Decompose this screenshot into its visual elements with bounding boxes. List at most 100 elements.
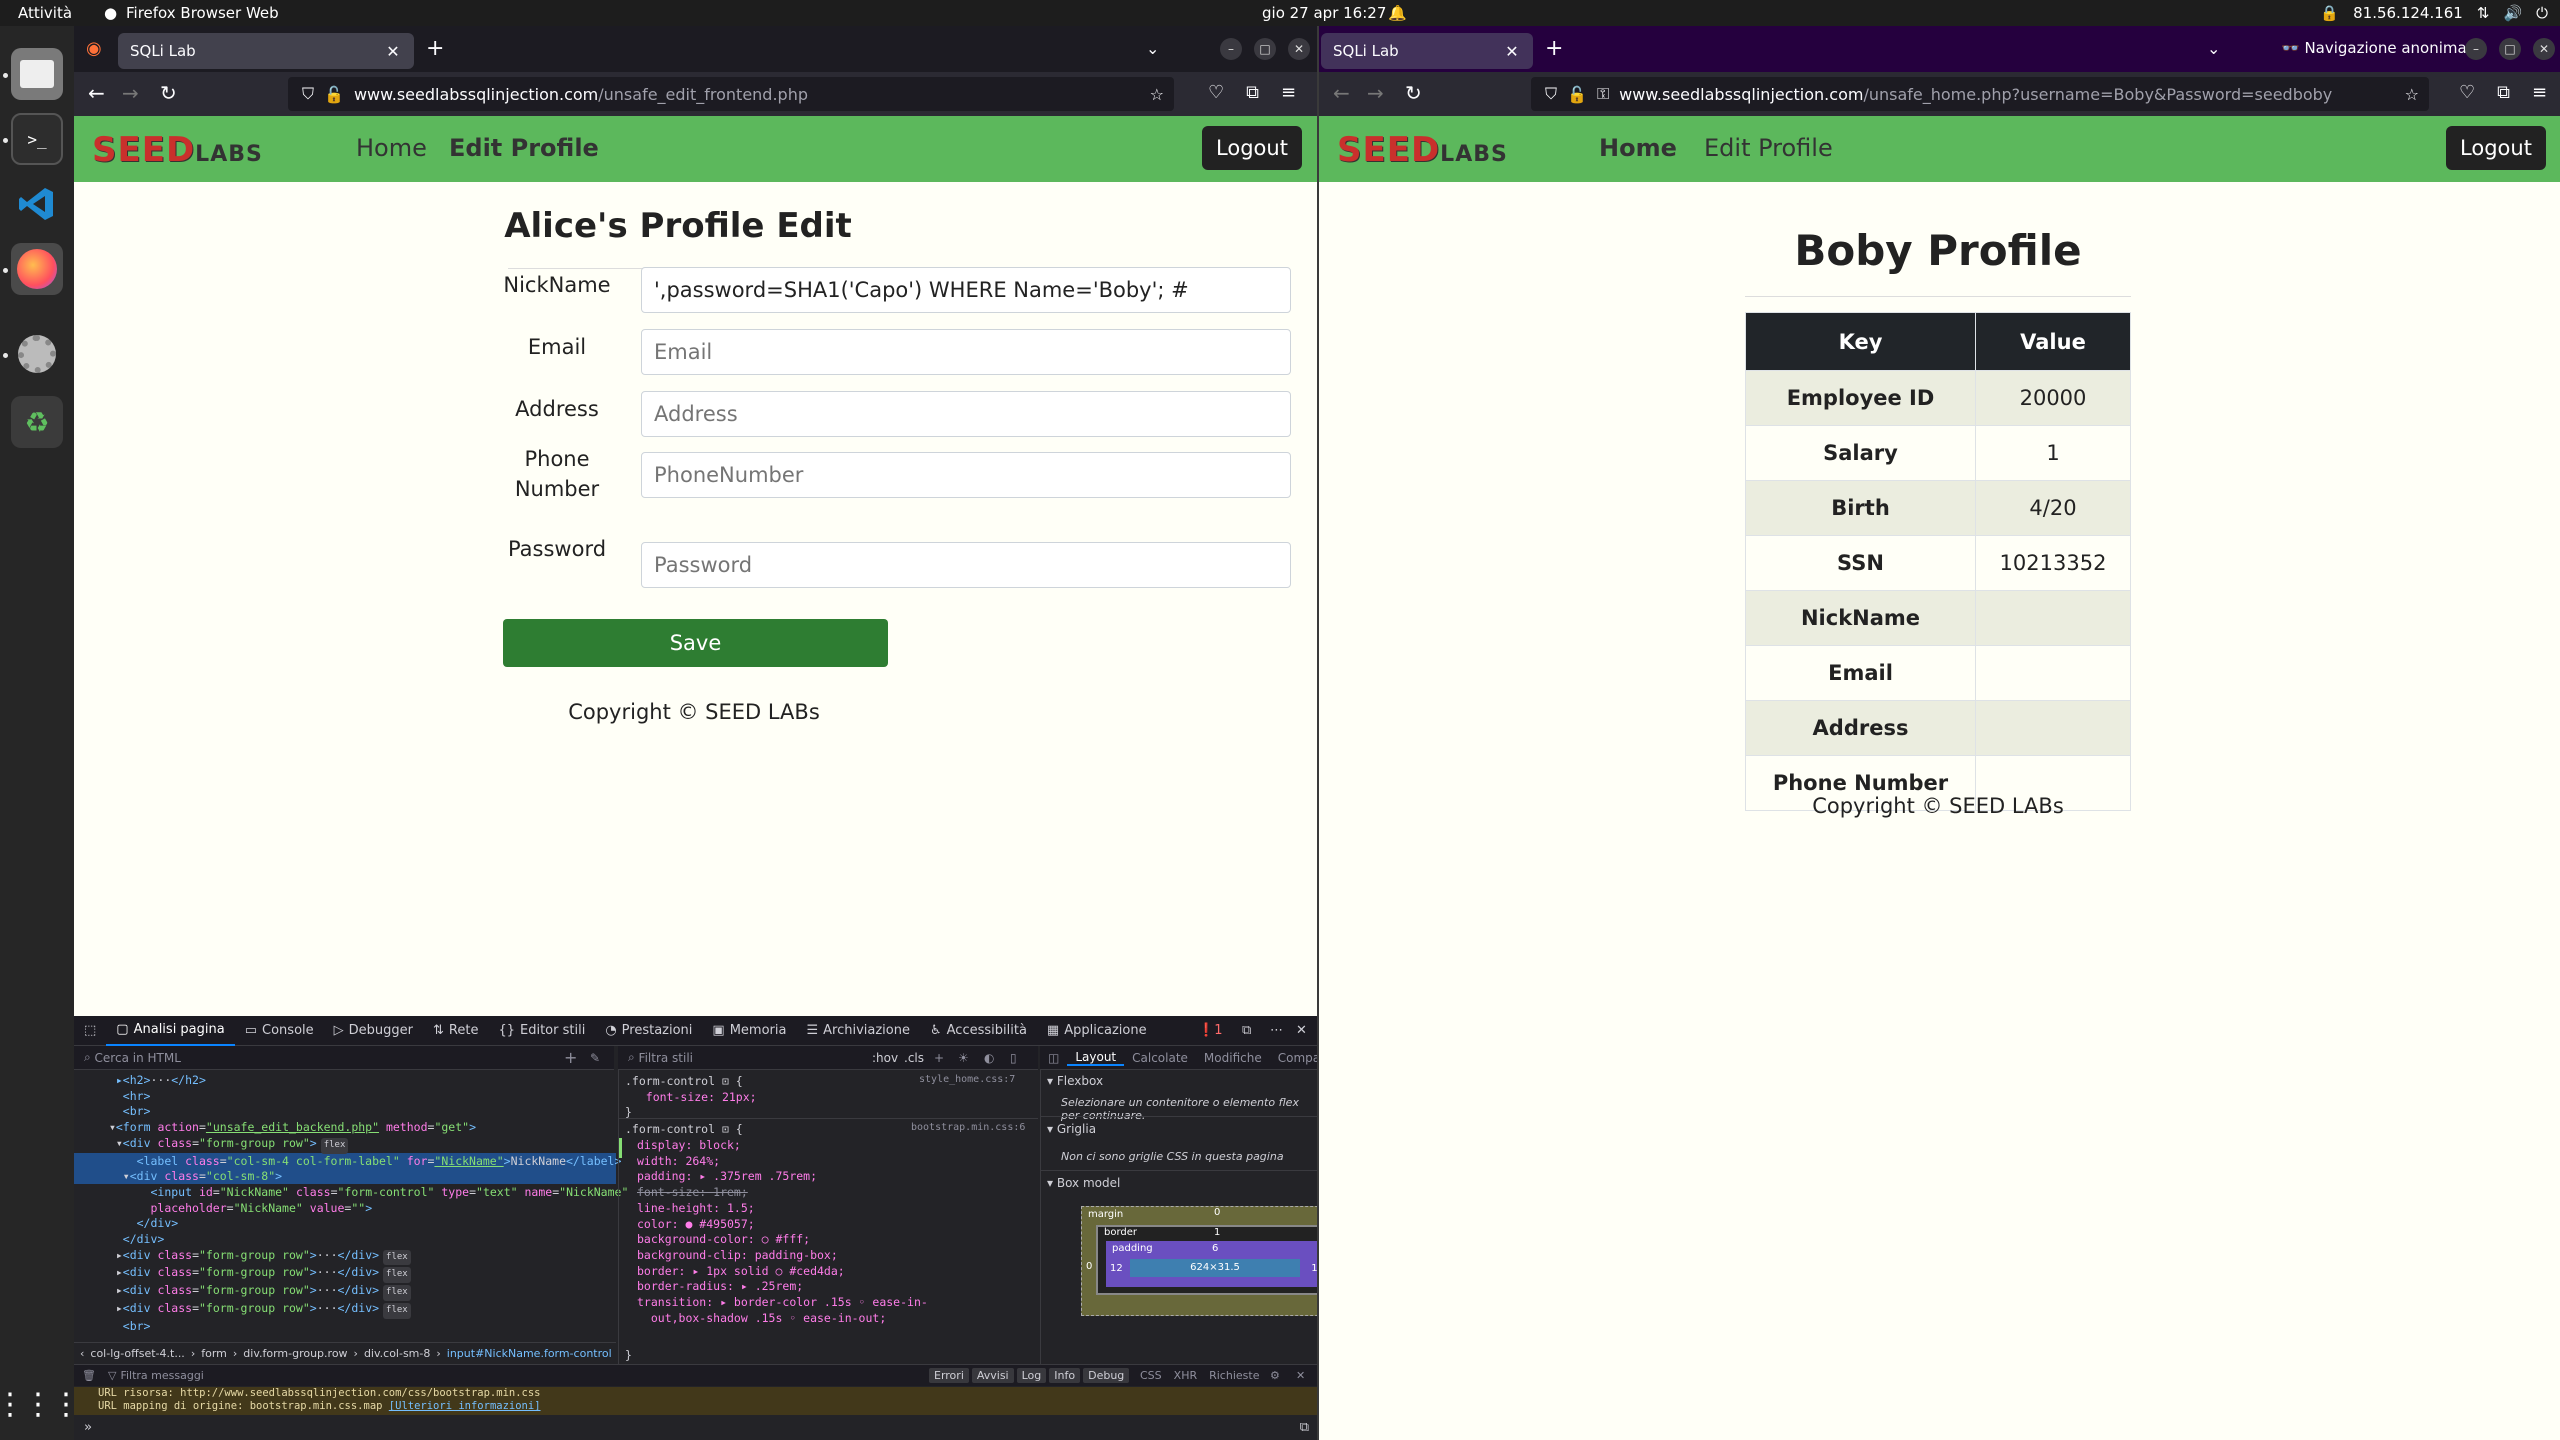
firefox-icon[interactable] <box>11 243 63 295</box>
xhr-filter[interactable]: XHR <box>1174 1369 1197 1382</box>
forward-icon[interactable]: → <box>122 82 139 104</box>
nickname-input[interactable]: ',password=SHA1('Capo') WHERE Name='Boby… <box>641 267 1291 313</box>
pocket-icon[interactable]: ♡ <box>1208 82 1224 103</box>
active-app-name[interactable]: Firefox Browser Web <box>126 4 279 22</box>
more-info-link[interactable]: [Ulteriori informazioni] <box>389 1400 541 1412</box>
new-tab-icon[interactable]: + <box>426 38 444 60</box>
more-options-icon[interactable]: ⋯ <box>1270 1023 1283 1038</box>
tab-accessibility[interactable]: ♿ Accessibilità <box>920 1016 1037 1046</box>
list-tabs-icon[interactable]: ⌄ <box>2207 38 2220 60</box>
add-node-icon[interactable]: + <box>564 1048 577 1067</box>
css-rule-1[interactable]: .form-control ⊡ { font-size: 21px; } <box>625 1074 757 1121</box>
layout-tab[interactable]: Layout <box>1067 1050 1125 1066</box>
bookmark-star-icon[interactable]: ☆ <box>1150 85 1164 104</box>
tab-debugger[interactable]: ▷ Debugger <box>324 1016 423 1046</box>
changes-tab[interactable]: Modifiche <box>1196 1051 1270 1065</box>
minimize-icon[interactable]: – <box>1220 38 1242 60</box>
activities-button[interactable]: Attività <box>18 4 72 22</box>
css-source-link[interactable]: bootstrap.min.css:6 <box>911 1122 1025 1133</box>
close-split-console-icon[interactable]: ✕ <box>1296 1369 1305 1382</box>
reload-icon[interactable]: ↻ <box>160 82 177 104</box>
lock-icon[interactable]: 🔓 <box>324 85 344 104</box>
split-console-icon[interactable]: ⧉ <box>1300 1416 1309 1440</box>
maximize-icon[interactable]: □ <box>1254 38 1276 60</box>
breadcrumb-item[interactable]: div.form-group.row <box>243 1347 347 1360</box>
grid-section-header[interactable]: ▾ Griglia <box>1047 1122 1096 1136</box>
info-filter[interactable]: Info <box>1049 1368 1081 1383</box>
filter-styles-input[interactable]: Filtra stili <box>639 1051 693 1065</box>
logout-button[interactable]: Logout <box>1202 126 1302 170</box>
css-rule-2-declarations[interactable]: display: block; width: 264%; padding: ▸ … <box>637 1138 928 1326</box>
tab-memory[interactable]: ▣ Memoria <box>702 1016 796 1046</box>
clear-console-icon[interactable]: 🗑 <box>74 1369 104 1382</box>
console-settings-icon[interactable]: ⚙ <box>1270 1369 1280 1382</box>
nav-home[interactable]: Home <box>356 134 427 162</box>
tab-style-editor[interactable]: {} Editor stili <box>488 1016 595 1046</box>
box-model-padding[interactable]: padding 6 12 12 624×31.5 <box>1106 1241 1317 1287</box>
html-tree[interactable]: ▸<h2>···</h2> <hr> <br> ▾<form action="u… <box>102 1073 628 1334</box>
eyedropper-icon[interactable]: ✎ <box>590 1051 600 1065</box>
terminal-icon[interactable]: >_ <box>11 113 63 165</box>
forward-icon[interactable]: → <box>1367 82 1384 104</box>
show-apps-icon[interactable]: ⋮⋮⋮ <box>0 1378 81 1430</box>
breadcrumb-item-active[interactable]: input#NickName.form-control <box>447 1347 612 1360</box>
close-tab-icon[interactable]: ✕ <box>1503 42 1521 61</box>
address-input[interactable]: Address <box>641 391 1291 437</box>
shield-icon[interactable]: ⛉ <box>302 84 314 104</box>
seed-labs-logo[interactable]: SEEDLABS <box>92 130 263 170</box>
debug-filter[interactable]: Debug <box>1083 1368 1130 1383</box>
console-filter-input[interactable]: Filtra messaggi <box>120 1369 203 1382</box>
nav-home[interactable]: Home <box>1599 134 1677 162</box>
add-rule-icon[interactable]: + <box>934 1051 944 1065</box>
close-window-icon[interactable]: ✕ <box>2533 38 2555 60</box>
volume-icon[interactable]: 🔊 <box>2503 4 2522 22</box>
breadcrumb-item[interactable]: div.col-sm-8 <box>364 1347 430 1360</box>
tab-sqli-lab[interactable]: SQLi Lab ✕ <box>118 33 414 69</box>
new-tab-icon[interactable]: + <box>1545 38 1563 60</box>
clock[interactable]: gio 27 apr 16:27 <box>1262 4 1386 22</box>
vscode-icon[interactable] <box>11 178 63 230</box>
print-media-icon[interactable]: ▯ <box>1010 1051 1017 1065</box>
power-icon[interactable]: ⏻ <box>2536 4 2548 22</box>
tab-application[interactable]: ▦ Applicazione <box>1037 1016 1157 1046</box>
errors-filter[interactable]: Errori <box>929 1368 969 1383</box>
close-window-icon[interactable]: ✕ <box>1288 38 1310 60</box>
list-tabs-icon[interactable]: ⌄ <box>1146 38 1159 60</box>
css-source-link[interactable]: style_home.css:7 <box>919 1074 1015 1085</box>
menu-icon[interactable]: ≡ <box>1281 82 1296 103</box>
dock-side-icon[interactable]: ⧉ <box>1242 1023 1251 1038</box>
ip-address[interactable]: 81.56.124.161 <box>2353 4 2463 22</box>
flexbox-section-header[interactable]: ▾ Flexbox <box>1047 1074 1103 1088</box>
back-icon[interactable]: ← <box>1333 82 1350 104</box>
box-model-border[interactable]: border 1 padding 6 12 12 624×31.5 <box>1096 1225 1317 1295</box>
menu-icon[interactable]: ≡ <box>2532 82 2547 103</box>
tab-network[interactable]: ⇅ Rete <box>423 1016 488 1046</box>
save-button[interactable]: Save <box>503 619 888 667</box>
tab-console[interactable]: ▭ Console <box>235 1016 324 1046</box>
breadcrumb-item[interactable]: col-lg-offset-4.t... <box>90 1347 184 1360</box>
compat-tab[interactable]: Compatibilità <box>1270 1051 1317 1065</box>
pick-element-icon[interactable]: ⬚ <box>74 1016 106 1046</box>
computed-tab[interactable]: Calcolate <box>1124 1051 1196 1065</box>
phone-input[interactable]: PhoneNumber <box>641 452 1291 498</box>
tab-sqli-lab[interactable]: SQLi Lab ✕ <box>1321 33 1533 69</box>
css-filter[interactable]: CSS <box>1140 1369 1162 1382</box>
permissions-icon[interactable]: ⚿ <box>1597 84 1609 104</box>
nav-edit-profile[interactable]: Edit Profile <box>449 134 599 162</box>
extensions-icon[interactable]: ⧉ <box>2497 82 2510 103</box>
requests-filter[interactable]: Richieste <box>1209 1369 1259 1382</box>
toggle-pane-icon[interactable]: ◫ <box>1040 1051 1067 1065</box>
warnings-filter[interactable]: Avvisi <box>971 1368 1014 1383</box>
seed-labs-logo[interactable]: SEEDLABS <box>1337 130 1508 170</box>
files-icon[interactable] <box>11 48 63 100</box>
extensions-icon[interactable]: ⧉ <box>1246 82 1259 103</box>
password-input[interactable]: Password <box>641 542 1291 588</box>
cls-toggle[interactable]: .cls <box>904 1051 924 1065</box>
error-count-badge[interactable]: ❗1 <box>1198 1023 1222 1038</box>
firefox-view-icon[interactable]: ◉ <box>86 38 102 59</box>
email-input[interactable]: Email <box>641 329 1291 375</box>
dark-scheme-icon[interactable]: ◐ <box>984 1051 994 1065</box>
vpn-icon[interactable]: 🔒 <box>2320 4 2339 22</box>
close-tab-icon[interactable]: ✕ <box>384 42 402 61</box>
url-bar[interactable]: ⛉ 🔓 ⚿ www.seedlabssqlinjection.com/unsaf… <box>1531 77 2429 111</box>
